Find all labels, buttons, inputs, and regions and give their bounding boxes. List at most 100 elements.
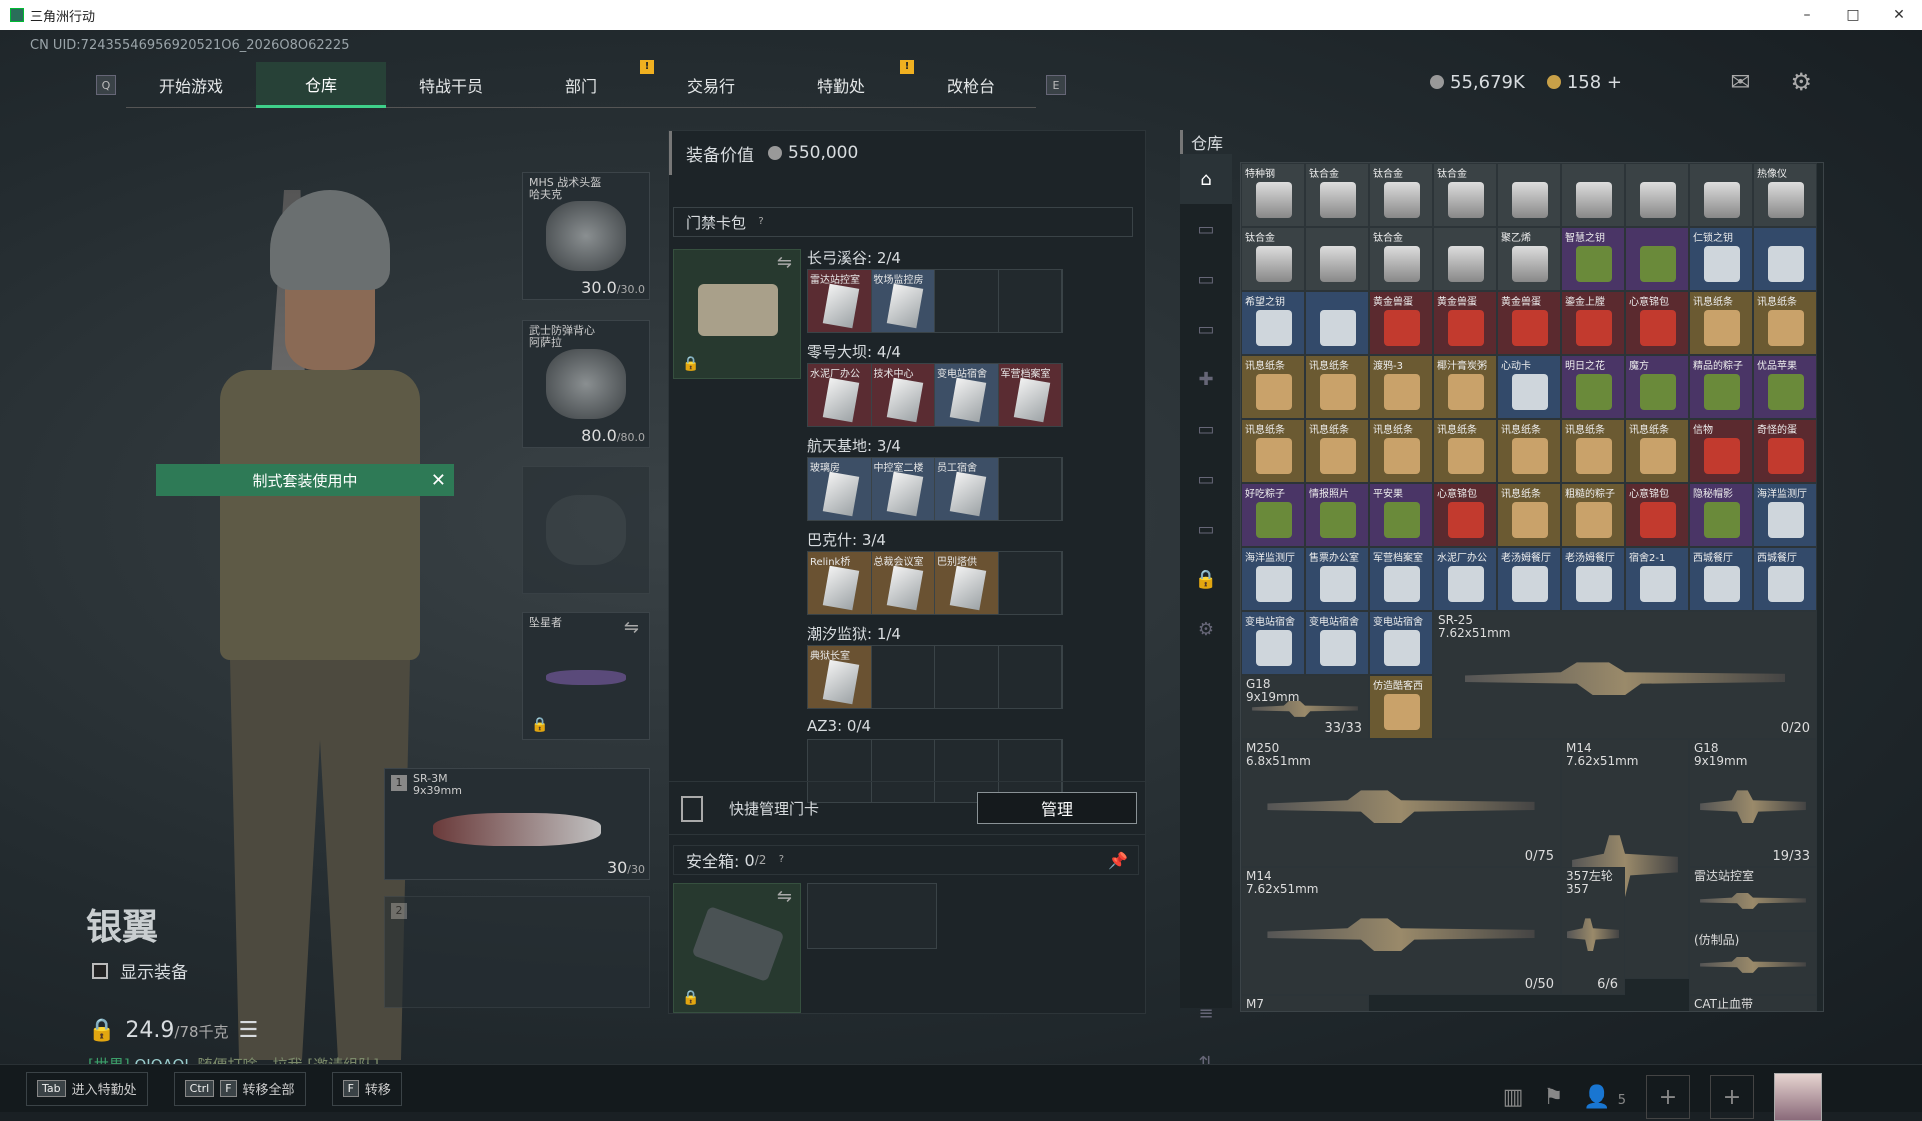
warehouse-item[interactable]: 明日之花 [1561,355,1625,419]
warehouse-item[interactable] [1753,227,1817,291]
category-settings-icon[interactable]: ⚙ [1180,604,1232,654]
warehouse-item[interactable]: 讯息纸条 [1433,419,1497,483]
warehouse-weapon[interactable]: CAT止血带 [1689,995,1817,1011]
keycard-slot[interactable]: 水泥厂办公 [808,364,872,426]
warehouse-item[interactable]: 平安果 [1369,483,1433,547]
warehouse-item[interactable]: 讯息纸条 [1305,419,1369,483]
swap-icon[interactable]: ⇋ [777,252,792,273]
warehouse-item[interactable]: 老汤姆餐厅 [1561,547,1625,611]
warehouse-weapon[interactable]: 雷达站控室 [1689,867,1817,931]
warehouse-item[interactable]: 讯息纸条 [1241,355,1305,419]
warehouse-item[interactable]: 鎏金上膛 [1561,291,1625,355]
minimize-button[interactable]: – [1784,7,1830,23]
warehouse-weapon[interactable]: (仿制品) [1689,931,1817,995]
warehouse-item[interactable] [1497,163,1561,227]
settings-gear-icon[interactable]: ⚙ [1790,68,1812,96]
warehouse-item[interactable]: 黄金兽蛋 [1433,291,1497,355]
warehouse-item[interactable]: 希望之钥 [1241,291,1305,355]
keycard-slot[interactable]: 总裁会议室 [871,552,935,614]
warehouse-weapon[interactable]: M14 7.62x51mm 0/50 [1241,867,1561,995]
warehouse-item[interactable]: 热像仪 [1753,163,1817,227]
warehouse-item[interactable]: 军营档案室 [1369,547,1433,611]
add-slot-button-2[interactable]: + [1710,1075,1754,1119]
warehouse-item[interactable]: 讯息纸条 [1753,291,1817,355]
warehouse-item[interactable]: 心动卡 [1497,355,1561,419]
safe-box-slots[interactable] [807,883,937,949]
keybind-hint[interactable]: F 转移 [331,1071,402,1106]
nav-left-key[interactable]: Q [96,75,116,95]
warehouse-weapon[interactable]: G18 9x19mm 19/33 [1689,739,1817,867]
keycard-slot[interactable] [999,646,1062,708]
warehouse-item[interactable] [1305,227,1369,291]
warehouse-item[interactable]: 粗糙的粽子 [1561,483,1625,547]
warehouse-item[interactable] [1305,291,1369,355]
keycard-slot[interactable] [999,552,1062,614]
warehouse-item[interactable] [1689,163,1753,227]
nav-tab-4[interactable]: 交易行 [646,62,776,108]
warehouse-item[interactable]: 信物 [1689,419,1753,483]
warehouse-item[interactable]: 椰汁膏炭粥 [1433,355,1497,419]
warehouse-item[interactable]: 仿造酷客西 [1369,675,1433,739]
help-icon[interactable]: ? [774,853,788,867]
warehouse-item[interactable]: 精品的粽子 [1689,355,1753,419]
warehouse-item[interactable]: 魔方 [1625,355,1689,419]
warehouse-item[interactable]: 讯息纸条 [1305,355,1369,419]
keycard-slot[interactable]: 牧场监控房 [871,270,935,332]
armor-slot[interactable]: 武士防弹背心 阿萨拉 80.0/80.0 [522,320,650,448]
flag-icon[interactable]: ⚑ [1544,1085,1564,1110]
nav-right-key[interactable]: E [1046,75,1066,95]
warehouse-item[interactable]: 讯息纸条 [1497,483,1561,547]
keybind-hint[interactable]: Tab 进入特勤处 [26,1071,148,1106]
maximize-button[interactable]: □ [1830,7,1876,23]
nav-tab-5[interactable]: 特勤处! [776,60,914,108]
warehouse-item[interactable]: 水泥厂办公 [1433,547,1497,611]
layers-icon[interactable]: ≡ [1180,988,1232,1038]
warehouse-item[interactable]: 变电站宿舍 [1369,611,1433,675]
warehouse-item[interactable]: 聚乙烯 [1497,227,1561,291]
nav-tab-6[interactable]: 改枪台 [906,62,1036,108]
nav-tab-1[interactable]: 仓库 [256,62,386,108]
category-bag-icon[interactable]: ▭ [1180,454,1232,504]
primary-weapon-slot[interactable]: 1 SR-3M 9x39mm 30/30 [384,768,650,880]
keycard-slot[interactable]: 典狱长室 [808,646,872,708]
warehouse-item[interactable]: 海洋监测厅 [1753,483,1817,547]
warehouse-item[interactable]: 讯息纸条 [1497,419,1561,483]
warehouse-weapon[interactable]: M250 6.8x51mm 0/75 [1241,739,1561,867]
nav-tab-0[interactable]: 开始游戏 [126,62,256,108]
keycard-slot[interactable]: Relink桥 [808,552,872,614]
warehouse-item[interactable]: 讯息纸条 [1625,419,1689,483]
safe-box-image[interactable]: ⇋ 🔒 [673,883,801,1013]
category-gun-icon[interactable]: ▭ [1180,204,1232,254]
keycard-pack-image[interactable]: ⇋ 🔒 [673,249,801,379]
helmet-slot[interactable]: MHS 战术头盔 哈夫克 30.0/30.0 [522,172,650,300]
warehouse-item[interactable]: 讯息纸条 [1369,419,1433,483]
warehouse-item[interactable]: 仁锁之钥 [1689,227,1753,291]
warehouse-item[interactable]: 西城餐厅 [1689,547,1753,611]
warehouse-item[interactable]: 售票办公室 [1305,547,1369,611]
warehouse-item[interactable]: 黄金兽蛋 [1369,291,1433,355]
keycard-slot[interactable] [935,270,999,332]
warehouse-item[interactable]: 隐秘帽影 [1689,483,1753,547]
category-ammo-icon[interactable]: ▭ [1180,254,1232,304]
keybind-hint[interactable]: Ctrl F 转移全部 [173,1071,306,1106]
warehouse-weapon[interactable]: 357左轮 357 6/6 [1561,867,1625,995]
keycard-slot[interactable]: 雷达站控室 [808,270,872,332]
show-equipment-toggle[interactable]: 显示装备 [92,958,188,983]
player-avatar[interactable] [1774,1073,1822,1121]
warehouse-item[interactable]: 变电站宿舍 [1241,611,1305,675]
keycard-slot[interactable] [999,458,1062,520]
warehouse-item[interactable]: 讯息纸条 [1561,419,1625,483]
warehouse-item[interactable]: 讯息纸条 [1689,291,1753,355]
add-slot-button[interactable]: + [1646,1075,1690,1119]
warehouse-item[interactable]: 钛合金 [1305,163,1369,227]
category-locked-icon[interactable]: 🔒 [1180,554,1232,604]
category-attachment-icon[interactable]: ▭ [1180,404,1232,454]
swap-icon[interactable]: ⇋ [777,886,792,907]
warehouse-item[interactable]: 情报照片 [1305,483,1369,547]
add-gold-button[interactable]: + [1607,72,1622,93]
warehouse-item[interactable]: 心意锦包 [1625,291,1689,355]
checkbox[interactable] [92,962,108,979]
warehouse-item[interactable] [1625,227,1689,291]
warehouse-weapon[interactable]: M7 [1241,995,1369,1011]
keycard-slot[interactable]: 军营档案室 [998,364,1062,426]
